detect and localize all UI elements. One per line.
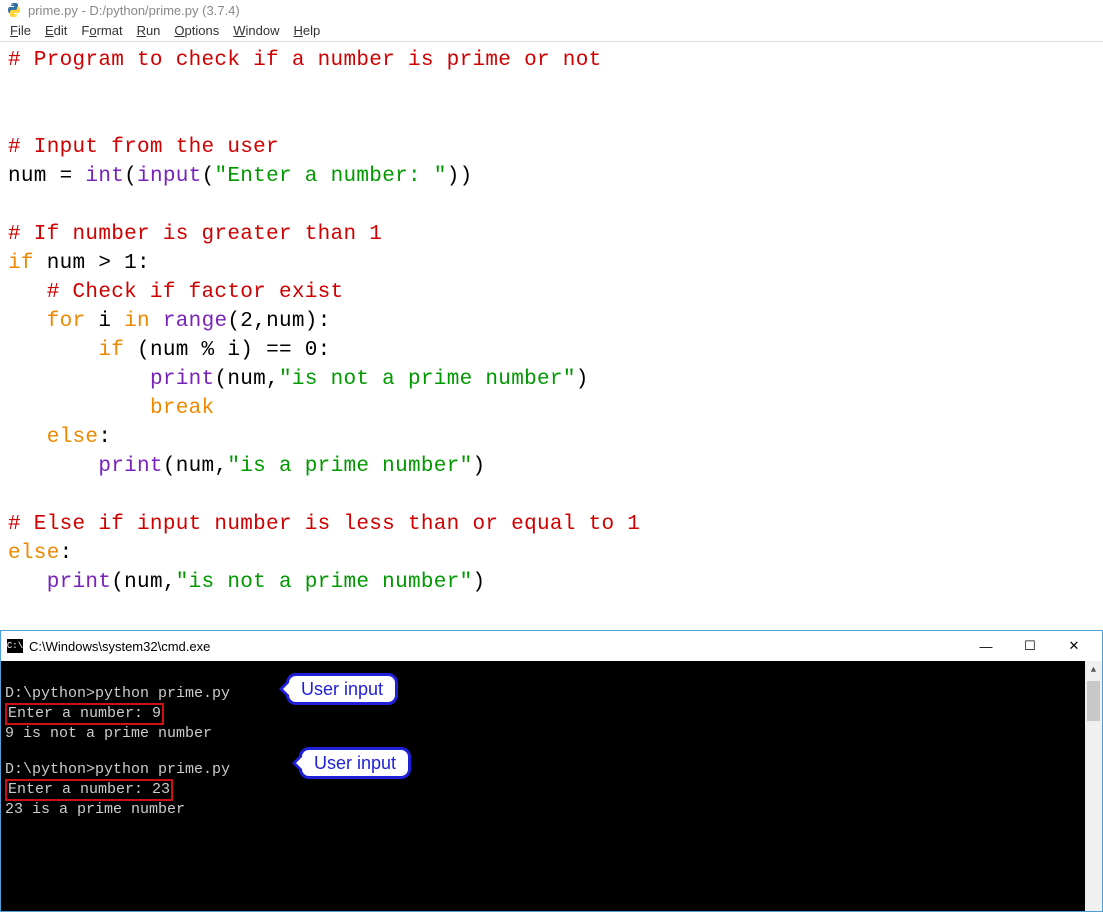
idle-window-title: prime.py - D:/python/prime.py (3.7.4)	[28, 3, 240, 18]
code-builtin: range	[163, 310, 228, 333]
idle-menu-bar: File Edit Format Run Options Window Help	[0, 20, 1103, 42]
code-indent	[8, 368, 150, 391]
callout-annotation: User input	[286, 673, 398, 705]
code-builtin: input	[137, 165, 202, 188]
terminal-line: D:\python>python prime.py	[5, 761, 230, 778]
code-builtin: print	[150, 368, 215, 391]
terminal-line: 23 is a prime number	[5, 801, 185, 818]
code-indent	[8, 455, 98, 478]
code-indent	[8, 426, 47, 449]
scroll-up-arrow[interactable]: ▲	[1085, 661, 1102, 678]
code-builtin: print	[98, 455, 163, 478]
code-text: (num % i) == 0:	[124, 339, 330, 362]
code-indent	[8, 339, 98, 362]
code-comment: # Program to check if a number is prime …	[8, 49, 602, 72]
code-comment: # Check if factor exist	[8, 281, 343, 304]
code-comment: # If number is greater than 1	[8, 223, 382, 246]
code-indent	[8, 310, 47, 333]
terminal-line: D:\python>python prime.py	[5, 685, 230, 702]
menu-format[interactable]: Format	[81, 23, 122, 38]
code-string: "is not a prime number"	[279, 368, 576, 391]
menu-edit[interactable]: Edit	[45, 23, 67, 38]
menu-help[interactable]: Help	[294, 23, 321, 38]
cmd-scrollbar[interactable]: ▲	[1085, 661, 1102, 911]
terminal-line: 9 is not a prime number	[5, 725, 212, 742]
code-text: )	[473, 571, 486, 594]
code-string: "is a prime number"	[227, 455, 472, 478]
code-text: i	[85, 310, 124, 333]
menu-run[interactable]: Run	[137, 23, 161, 38]
code-string: "Enter a number: "	[214, 165, 446, 188]
code-text: (	[124, 165, 137, 188]
code-keyword: for	[47, 310, 86, 333]
code-indent	[8, 571, 47, 594]
code-text: :	[60, 542, 73, 565]
scroll-thumb[interactable]	[1087, 681, 1100, 721]
code-text: )	[473, 455, 486, 478]
menu-window[interactable]: Window	[233, 23, 279, 38]
code-text: (	[202, 165, 215, 188]
code-text: )	[576, 368, 589, 391]
maximize-button[interactable]: ☐	[1008, 632, 1052, 660]
code-string: "is not a prime number"	[176, 571, 473, 594]
code-builtin: int	[85, 165, 124, 188]
highlighted-input: Enter a number: 9	[5, 703, 164, 725]
code-builtin: print	[47, 571, 112, 594]
code-keyword: if	[98, 339, 124, 362]
code-text: (2,num):	[227, 310, 330, 333]
cmd-window-title: C:\Windows\system32\cmd.exe	[29, 639, 210, 654]
highlighted-input: Enter a number: 23	[5, 779, 173, 801]
idle-editor-window: prime.py - D:/python/prime.py (3.7.4) Fi…	[0, 0, 1103, 601]
cmd-window: C:\ C:\Windows\system32\cmd.exe — ☐ ✕ D:…	[0, 630, 1103, 912]
code-text: (num,	[214, 368, 279, 391]
code-keyword: in	[124, 310, 150, 333]
code-comment: # Input from the user	[8, 136, 279, 159]
code-keyword: else	[8, 542, 60, 565]
callout-annotation: User input	[299, 747, 411, 779]
code-keyword: if	[8, 252, 34, 275]
code-text: ))	[447, 165, 473, 188]
code-keyword: else	[47, 426, 99, 449]
code-keyword: break	[150, 397, 215, 420]
cmd-terminal-body[interactable]: D:\python>python prime.py Enter a number…	[1, 661, 1102, 911]
cmd-title-bar[interactable]: C:\ C:\Windows\system32\cmd.exe — ☐ ✕	[1, 631, 1102, 661]
menu-file[interactable]: File	[10, 23, 31, 38]
code-text: num > 1:	[34, 252, 150, 275]
close-button[interactable]: ✕	[1052, 632, 1096, 660]
code-comment: # Else if input number is less than or e…	[8, 513, 640, 536]
code-indent	[8, 397, 150, 420]
cmd-title-left: C:\ C:\Windows\system32\cmd.exe	[7, 639, 210, 654]
python-icon	[6, 2, 22, 18]
code-text: :	[98, 426, 111, 449]
code-text	[150, 310, 163, 333]
code-text: =	[60, 165, 86, 188]
cmd-window-controls: — ☐ ✕	[964, 632, 1096, 660]
code-editor[interactable]: # Program to check if a number is prime …	[0, 42, 1103, 601]
menu-options[interactable]: Options	[174, 23, 219, 38]
code-text: (num,	[163, 455, 228, 478]
code-text: num	[8, 165, 60, 188]
cmd-icon: C:\	[7, 639, 23, 653]
minimize-button[interactable]: —	[964, 632, 1008, 660]
idle-title-bar[interactable]: prime.py - D:/python/prime.py (3.7.4)	[0, 0, 1103, 20]
code-text: (num,	[111, 571, 176, 594]
